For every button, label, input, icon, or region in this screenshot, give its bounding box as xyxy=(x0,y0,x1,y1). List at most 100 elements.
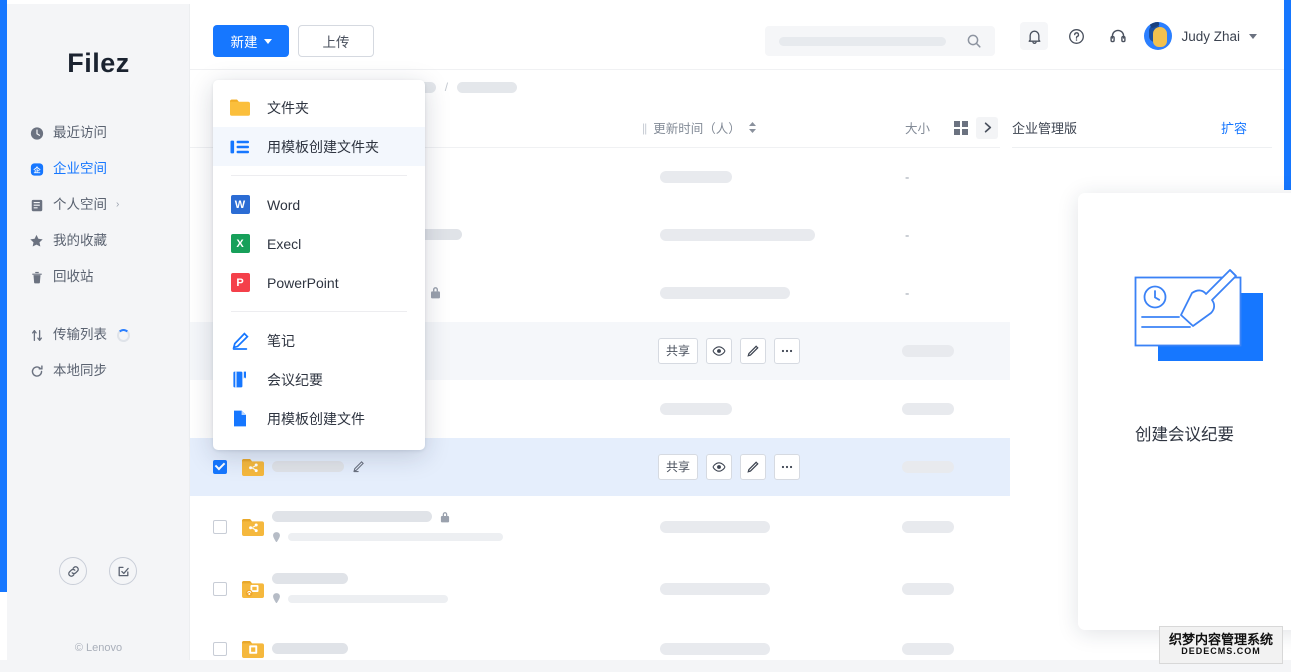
template-file-icon xyxy=(230,409,250,429)
user-menu[interactable]: Judy Zhai xyxy=(1144,22,1257,50)
transfer-icon xyxy=(29,328,44,343)
row-checkbox[interactable] xyxy=(213,641,227,656)
share-button[interactable]: 共享 xyxy=(658,453,698,480)
menu-item-label: 用模板创建文件夹 xyxy=(267,138,379,155)
watermark-en: DEDECMS.COM xyxy=(1181,646,1261,657)
chevron-right-icon[interactable] xyxy=(976,116,998,139)
table-row[interactable] xyxy=(190,558,1010,620)
folder-box-icon xyxy=(242,640,264,658)
eye-icon-button[interactable] xyxy=(706,337,732,364)
breadcrumb-separator: / xyxy=(444,80,449,94)
file-name-line xyxy=(272,511,503,523)
file-tag-skeleton xyxy=(288,594,448,603)
updated-time-skeleton xyxy=(660,402,732,415)
new-button[interactable]: 新建 xyxy=(213,25,289,57)
column-resize-icon: || xyxy=(642,120,647,135)
window-frame-right xyxy=(1284,0,1291,190)
link-icon-button[interactable] xyxy=(59,557,87,585)
bell-icon xyxy=(1028,30,1040,44)
folder-share-icon xyxy=(242,518,264,536)
meeting-minutes-icon xyxy=(230,370,250,390)
more-icon xyxy=(781,465,793,468)
upload-button[interactable]: 上传 xyxy=(298,25,374,57)
sidebar-item-transfer-list[interactable]: 传输列表 xyxy=(7,317,190,353)
window-frame-left xyxy=(0,0,7,592)
tag-icon xyxy=(272,593,281,604)
menu-item-template-folder[interactable]: 用模板创建文件夹 xyxy=(213,127,425,166)
file-tag-skeleton xyxy=(288,533,503,541)
breadcrumb-item[interactable] xyxy=(457,81,518,93)
avatar-face xyxy=(1153,27,1168,47)
sidebar-item-personal[interactable]: 个人空间 › xyxy=(7,187,190,223)
sidebar-item-local-sync[interactable]: 本地同步 xyxy=(7,353,190,389)
menu-item-label: Execl xyxy=(267,235,302,252)
updated-time-skeleton xyxy=(660,170,732,183)
file-tag-line xyxy=(272,531,503,543)
menu-item-note[interactable]: 笔记 xyxy=(213,321,425,360)
updated-time-skeleton xyxy=(660,582,770,595)
rename-pencil-icon[interactable] xyxy=(352,460,365,473)
menu-item-folder[interactable]: 文件夹 xyxy=(213,88,425,127)
check-export-icon-button[interactable] xyxy=(109,557,137,585)
sidebar-item-trash[interactable]: 回收站 xyxy=(7,259,190,295)
file-name-skeleton xyxy=(272,643,348,654)
headset-icon xyxy=(1110,29,1126,43)
top-header: 新建 上传 Judy Zhai xyxy=(190,4,1284,70)
notifications-button[interactable] xyxy=(1020,22,1048,50)
enterprise-icon: 企 xyxy=(29,162,44,177)
app-logo: Filez xyxy=(67,48,130,78)
search-icon[interactable] xyxy=(966,33,982,49)
watermark-cn: 织梦内容管理系统 xyxy=(1168,632,1273,648)
file-size-skeleton xyxy=(902,582,954,595)
sort-arrows-icon[interactable] xyxy=(748,122,757,133)
link-icon xyxy=(67,565,79,577)
note-pen-icon xyxy=(230,331,250,351)
pencil-icon-button[interactable] xyxy=(740,337,766,364)
file-name-skeleton xyxy=(272,573,348,584)
page-bottom-strip xyxy=(0,660,1291,672)
eye-icon xyxy=(712,461,726,472)
plan-title: 企业管理版 xyxy=(1012,121,1078,136)
menu-item-label: 文件夹 xyxy=(267,99,309,116)
chevron-down-icon[interactable] xyxy=(1249,33,1257,39)
new-button-label: 新建 xyxy=(230,35,258,50)
filez-app-window: Filez 最近访问 企 企业空间 个人空间 › 我的收藏 回收站 传输列表 本… xyxy=(0,0,1291,672)
word-icon: W xyxy=(230,195,250,215)
share-button[interactable]: 共享 xyxy=(658,337,698,364)
search-input[interactable] xyxy=(765,26,995,56)
menu-item-excel[interactable]: X Execl xyxy=(213,224,425,263)
grid-view-icon[interactable] xyxy=(950,117,972,139)
expand-capacity-link[interactable]: 扩容 xyxy=(1221,118,1247,137)
eye-icon-button[interactable] xyxy=(706,453,732,480)
sort-label: 更新时间（人） xyxy=(653,122,741,136)
updated-time-skeleton xyxy=(660,286,790,299)
row-checkbox[interactable] xyxy=(213,459,227,474)
table-row[interactable] xyxy=(190,496,1010,558)
star-icon xyxy=(29,234,44,249)
sidebar-item-favorites[interactable]: 我的收藏 xyxy=(7,223,190,259)
row-checkbox[interactable] xyxy=(213,519,227,534)
file-size-skeleton xyxy=(902,344,954,357)
file-name-line xyxy=(272,573,448,584)
loading-spinner-icon xyxy=(117,328,130,342)
updated-time-skeleton xyxy=(660,642,770,655)
help-button[interactable] xyxy=(1062,22,1090,50)
avatar xyxy=(1144,22,1173,50)
support-button[interactable] xyxy=(1104,22,1132,50)
sidebar-item-recent[interactable]: 最近访问 xyxy=(7,115,190,151)
menu-item-template-file[interactable]: 用模板创建文件 xyxy=(213,399,425,438)
sidebar-item-label: 个人空间 xyxy=(53,197,107,213)
more-icon-button[interactable] xyxy=(774,453,800,480)
more-icon-button[interactable] xyxy=(774,337,800,364)
sort-control[interactable]: || 更新时间（人） xyxy=(642,118,757,137)
menu-item-word[interactable]: W Word xyxy=(213,185,425,224)
sidebar-item-label: 本地同步 xyxy=(53,363,107,379)
pencil-icon-button[interactable] xyxy=(740,453,766,480)
row-checkbox[interactable] xyxy=(213,581,227,596)
sidebar-item-enterprise[interactable]: 企 企业空间 xyxy=(7,151,190,187)
trash-icon xyxy=(29,270,44,285)
file-tag-line xyxy=(272,593,448,604)
file-size-cell: - xyxy=(905,227,910,242)
menu-item-powerpoint[interactable]: P PowerPoint xyxy=(213,263,425,302)
menu-item-meeting-minutes[interactable]: 会议纪要 xyxy=(213,360,425,399)
